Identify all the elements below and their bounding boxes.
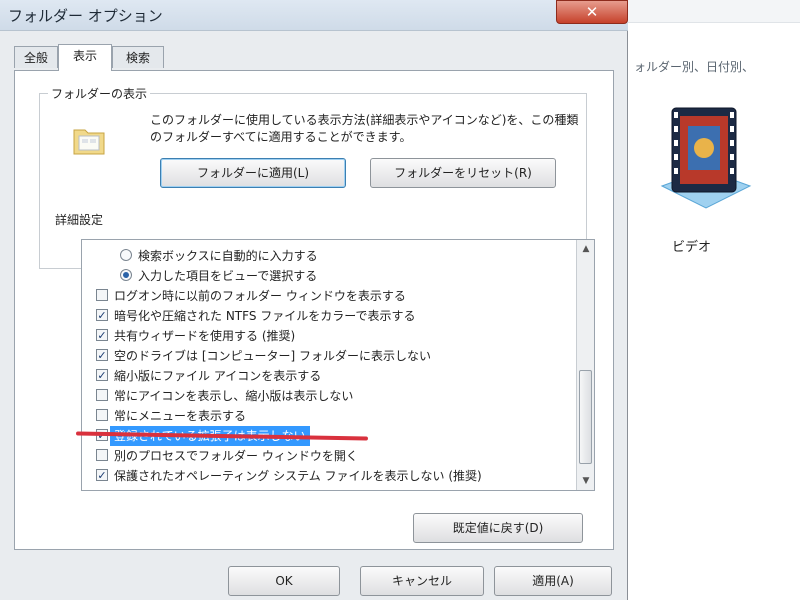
checkbox-checked[interactable]: ✓ bbox=[96, 309, 108, 322]
list-item-label: 保護されたオペレーティング システム ファイルを表示しない (推奨) bbox=[114, 469, 482, 483]
tab-view[interactable]: 表示 bbox=[58, 44, 112, 71]
list-scrollbar[interactable]: ▲ ▼ bbox=[576, 240, 594, 490]
view-tab-panel: フォルダーの表示 このフォルダーに使用している表示方法(詳細表示やアイコンなど)… bbox=[14, 70, 614, 550]
checkbox[interactable] bbox=[96, 449, 108, 461]
list-item-label: 常にメニューを表示する bbox=[114, 409, 247, 423]
list-item-label: 縮小版にファイル アイコンを表示する bbox=[114, 369, 322, 383]
advanced-settings-label: 詳細設定 bbox=[55, 213, 104, 227]
scroll-thumb[interactable] bbox=[579, 370, 592, 464]
list-item[interactable]: 別のプロセスでフォルダー ウィンドウを開く bbox=[82, 446, 552, 466]
radio-button[interactable] bbox=[120, 249, 132, 261]
list-item[interactable]: ✓ 空のドライブは [コンピューター] フォルダーに表示しない bbox=[82, 346, 552, 366]
folder-view-description: このフォルダーに使用している表示方法(詳細表示やアイコンなど)を、この種類のフォ… bbox=[150, 113, 579, 144]
list-item[interactable]: ✓ 共有ウィザードを使用する (推奨) bbox=[82, 326, 552, 346]
list-item[interactable]: 入力した項目をビューで選択する bbox=[82, 266, 552, 286]
folder-view-label: フォルダーの表示 bbox=[48, 85, 151, 102]
list-item[interactable]: 常にメニューを表示する bbox=[82, 406, 552, 426]
close-icon: ✕ bbox=[585, 3, 599, 21]
checkbox-checked[interactable]: ✓ bbox=[96, 469, 108, 482]
tab-search[interactable]: 検索 bbox=[112, 46, 164, 68]
list-item-label: 共有ウィザードを使用する (推奨) bbox=[114, 329, 296, 343]
list-item[interactable]: ✓ 保護されたオペレーティング システム ファイルを表示しない (推奨) bbox=[82, 466, 552, 486]
apply-button[interactable]: 適用(A) bbox=[494, 566, 612, 596]
window-title: フォルダー オプション bbox=[8, 7, 163, 25]
explorer-description: ォルダー別、日付別、 bbox=[634, 60, 755, 74]
checkbox[interactable] bbox=[96, 409, 108, 421]
list-item[interactable]: 常にアイコンを表示し、縮小版は表示しない bbox=[82, 386, 552, 406]
list-item-label: 検索ボックスに自動的に入力する bbox=[138, 249, 318, 263]
list-item[interactable]: ✓ 暗号化や圧縮された NTFS ファイルをカラーで表示する bbox=[82, 306, 552, 326]
scroll-down-icon[interactable]: ▼ bbox=[577, 472, 594, 490]
explorer-toolbar bbox=[628, 0, 800, 23]
advanced-settings-list[interactable]: 検索ボックスに自動的に入力する 入力した項目をビューで選択する ログオン時に以前… bbox=[81, 239, 595, 491]
folder-view-icon bbox=[73, 129, 105, 155]
tab-general[interactable]: 全般 bbox=[14, 46, 58, 68]
list-item-label: 別のプロセスでフォルダー ウィンドウを開く bbox=[114, 449, 358, 463]
video-library-label[interactable]: ビデオ bbox=[672, 236, 711, 255]
explorer-background: ォルダー別、日付別、 ビデオ bbox=[628, 0, 800, 600]
video-library-icon[interactable] bbox=[654, 100, 754, 220]
scroll-up-icon[interactable]: ▲ bbox=[577, 240, 594, 258]
cancel-button[interactable]: キャンセル bbox=[360, 566, 484, 596]
list-item-label: ログオン時に以前のフォルダー ウィンドウを表示する bbox=[114, 289, 406, 303]
restore-defaults-button[interactable]: 既定値に戻す(D) bbox=[413, 513, 583, 543]
checkbox-checked[interactable]: ✓ bbox=[96, 329, 108, 342]
ok-button[interactable]: OK bbox=[228, 566, 340, 596]
radio-button-selected[interactable] bbox=[120, 269, 132, 281]
checkbox[interactable] bbox=[96, 389, 108, 401]
checkbox[interactable] bbox=[96, 289, 108, 301]
list-item[interactable]: ログオン時に以前のフォルダー ウィンドウを表示する bbox=[82, 286, 552, 306]
close-button[interactable]: ✕ bbox=[556, 0, 628, 24]
list-item-label: 暗号化や圧縮された NTFS ファイルをカラーで表示する bbox=[114, 309, 416, 323]
list-item[interactable]: 検索ボックスに自動的に入力する bbox=[82, 246, 552, 266]
checkbox-checked[interactable]: ✓ bbox=[96, 349, 108, 362]
folder-options-dialog: フォルダー オプション ✕ 全般 表示 検索 フォルダーの表示 このフォルダーに… bbox=[0, 0, 628, 600]
title-bar[interactable]: フォルダー オプション ✕ bbox=[0, 0, 628, 31]
checkbox-checked[interactable]: ✓ bbox=[96, 369, 108, 382]
list-item-label: 常にアイコンを表示し、縮小版は表示しない bbox=[114, 389, 354, 403]
list-item-label: 空のドライブは [コンピューター] フォルダーに表示しない bbox=[114, 349, 431, 363]
list-item-label: 入力した項目をビューで選択する bbox=[138, 269, 318, 283]
apply-to-folders-button[interactable]: フォルダーに適用(L) bbox=[160, 158, 346, 188]
reset-folders-button[interactable]: フォルダーをリセット(R) bbox=[370, 158, 556, 188]
list-item[interactable]: ✓ 縮小版にファイル アイコンを表示する bbox=[82, 366, 552, 386]
